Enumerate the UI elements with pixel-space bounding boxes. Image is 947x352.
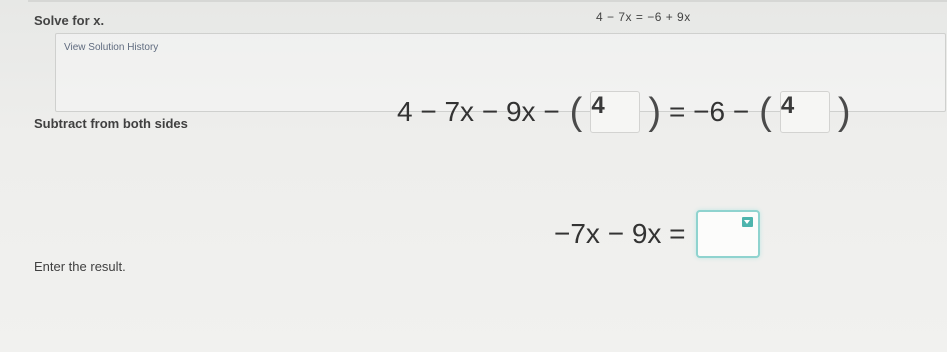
top-divider bbox=[28, 0, 947, 2]
problem-instruction: Solve for x. bbox=[34, 13, 105, 28]
close-paren: ) bbox=[648, 91, 661, 133]
enter-result-label: Enter the result. bbox=[34, 259, 126, 274]
open-paren-right: ( bbox=[759, 91, 772, 133]
step-lhs: 4 − 7x − 9x − bbox=[397, 96, 560, 127]
left-value-box: 4 bbox=[590, 91, 641, 133]
close-paren-right: ) bbox=[837, 91, 851, 133]
step-label: Subtract from both sides bbox=[34, 116, 188, 131]
result-equation: −7x − 9x = bbox=[554, 210, 760, 258]
problem-equation: 4 − 7x = −6 + 9x bbox=[596, 10, 691, 24]
caret-down-icon[interactable] bbox=[741, 217, 753, 227]
view-solution-history-link[interactable]: View Solution History bbox=[64, 42, 158, 53]
right-value-box: 4 bbox=[779, 91, 830, 133]
answer-input[interactable] bbox=[695, 210, 760, 258]
step-rhs: = −6 − bbox=[668, 96, 750, 127]
result-lhs: −7x − 9x = bbox=[554, 218, 686, 249]
open-paren: ( bbox=[569, 91, 583, 133]
step-equation: 4 − 7x − 9x − ( 4 ) = −6 − ( 4 ) bbox=[397, 91, 851, 133]
